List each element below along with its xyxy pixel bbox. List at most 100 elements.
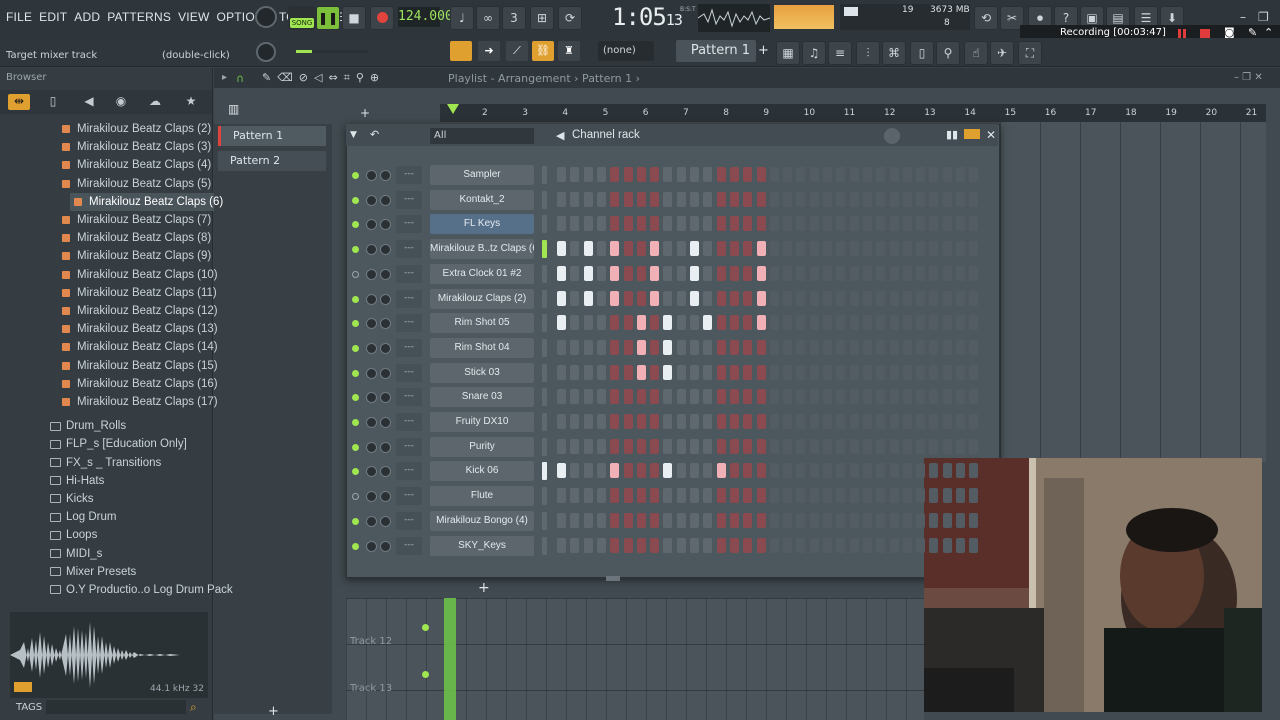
swing-knob[interactable] — [884, 128, 900, 144]
step-button[interactable] — [583, 167, 593, 182]
step-button[interactable] — [796, 364, 806, 380]
channel-mixer-track[interactable]: --- — [396, 338, 422, 357]
step-button[interactable] — [703, 364, 713, 380]
step-button[interactable] — [836, 512, 846, 528]
step-button[interactable] — [783, 290, 793, 306]
step-button[interactable] — [796, 463, 806, 479]
step-button[interactable] — [916, 488, 926, 504]
step-button[interactable] — [783, 414, 793, 429]
record-button[interactable] — [370, 6, 394, 30]
channel-pan-knob[interactable] — [366, 540, 377, 552]
step-button[interactable] — [650, 339, 660, 355]
channel-mixer-track[interactable]: --- — [396, 363, 422, 382]
channel-volume-knob[interactable] — [380, 293, 391, 305]
channel-name-button[interactable]: Flute — [430, 486, 534, 507]
restore-icon[interactable]: ❐ — [1258, 10, 1269, 24]
step-button[interactable] — [663, 463, 673, 479]
step-button[interactable] — [916, 414, 926, 429]
step-button[interactable] — [823, 191, 832, 207]
step-button[interactable] — [756, 241, 766, 257]
step-button[interactable] — [703, 414, 713, 429]
playlist-tools-icons[interactable]: ✎⌫⊘◁⇔⌗⚲⊕ — [262, 71, 385, 85]
step-button[interactable] — [769, 216, 779, 232]
step-button[interactable] — [956, 290, 965, 306]
step-button[interactable] — [969, 339, 979, 355]
step-button[interactable] — [676, 265, 686, 281]
step-button[interactable] — [956, 241, 965, 257]
step-button[interactable] — [557, 364, 566, 380]
pattern-item[interactable]: Pattern 1 — [218, 126, 326, 146]
step-button[interactable] — [823, 389, 832, 405]
step-button[interactable] — [902, 389, 912, 405]
step-button[interactable] — [596, 339, 606, 355]
step-button[interactable] — [663, 315, 673, 331]
step-button[interactable] — [809, 290, 819, 306]
step-button[interactable] — [729, 265, 739, 281]
browser-file-item[interactable]: Mirakilouz Beatz Claps (4) — [62, 156, 211, 174]
step-button[interactable] — [729, 537, 739, 553]
step-button[interactable] — [583, 488, 593, 504]
step-button[interactable] — [636, 191, 646, 207]
step-button[interactable] — [862, 364, 872, 380]
search-icon[interactable]: ⌕ — [190, 700, 197, 715]
step-button[interactable] — [889, 265, 899, 281]
step-button[interactable] — [783, 339, 793, 355]
channel-mute-led[interactable] — [352, 295, 359, 303]
browser-tab-files-icon[interactable]: ▯ — [44, 94, 62, 110]
step-button[interactable] — [809, 265, 819, 281]
step-button[interactable] — [956, 512, 965, 528]
step-button[interactable] — [743, 414, 753, 429]
step-button[interactable] — [849, 512, 859, 528]
step-button[interactable] — [783, 167, 793, 182]
step-button[interactable] — [889, 438, 899, 454]
step-button[interactable] — [956, 537, 965, 553]
step-button[interactable] — [729, 216, 739, 232]
step-button[interactable] — [809, 463, 819, 479]
step-button[interactable] — [769, 265, 779, 281]
step-button[interactable] — [663, 364, 673, 380]
step-button[interactable] — [583, 463, 593, 479]
step-button[interactable] — [703, 191, 713, 207]
playlist-pattern-clip[interactable] — [444, 598, 456, 720]
step-button[interactable] — [823, 241, 832, 257]
step-button[interactable] — [636, 265, 646, 281]
channel-mixer-track[interactable]: --- — [396, 511, 422, 530]
step-button[interactable] — [703, 488, 713, 504]
step-button[interactable] — [862, 488, 872, 504]
step-button[interactable] — [743, 191, 753, 207]
countdown-icon[interactable]: 3 — [502, 6, 526, 30]
step-button[interactable] — [663, 167, 673, 182]
piano-icon[interactable]: ▥ — [228, 102, 239, 116]
step-button[interactable] — [916, 537, 926, 553]
step-button[interactable] — [849, 463, 859, 479]
step-button[interactable] — [796, 290, 806, 306]
song-position-display[interactable]: 1:0513 — [612, 3, 683, 31]
step-button[interactable] — [583, 389, 593, 405]
step-button[interactable] — [823, 315, 832, 331]
step-button[interactable] — [836, 463, 846, 479]
channel-mixer-track[interactable]: --- — [396, 487, 422, 506]
browser-file-item[interactable]: Mirakilouz Beatz Claps (7) — [62, 211, 211, 229]
step-button[interactable] — [743, 315, 753, 331]
browser-file-item[interactable]: Mirakilouz Beatz Claps (12) — [62, 302, 218, 320]
channel-mixer-track[interactable]: --- — [396, 264, 422, 283]
step-button[interactable] — [796, 315, 806, 331]
step-button[interactable] — [809, 241, 819, 257]
step-button[interactable] — [889, 537, 899, 553]
step-button[interactable] — [969, 167, 979, 182]
step-button[interactable] — [876, 265, 886, 281]
step-button[interactable] — [796, 414, 806, 429]
step-button[interactable] — [929, 414, 939, 429]
play-button[interactable]: ❚❚ — [316, 6, 340, 30]
step-button[interactable] — [716, 389, 726, 405]
step-button[interactable] — [610, 167, 620, 182]
step-button[interactable] — [557, 290, 566, 306]
step-button[interactable] — [902, 537, 912, 553]
step-button[interactable] — [823, 167, 832, 182]
step-button[interactable] — [902, 512, 912, 528]
step-button[interactable] — [756, 339, 766, 355]
channel-mixer-track[interactable]: --- — [396, 166, 422, 184]
graph-icon[interactable]: ▮▮ — [946, 128, 958, 141]
step-button[interactable] — [823, 438, 832, 454]
step-button[interactable] — [676, 389, 686, 405]
